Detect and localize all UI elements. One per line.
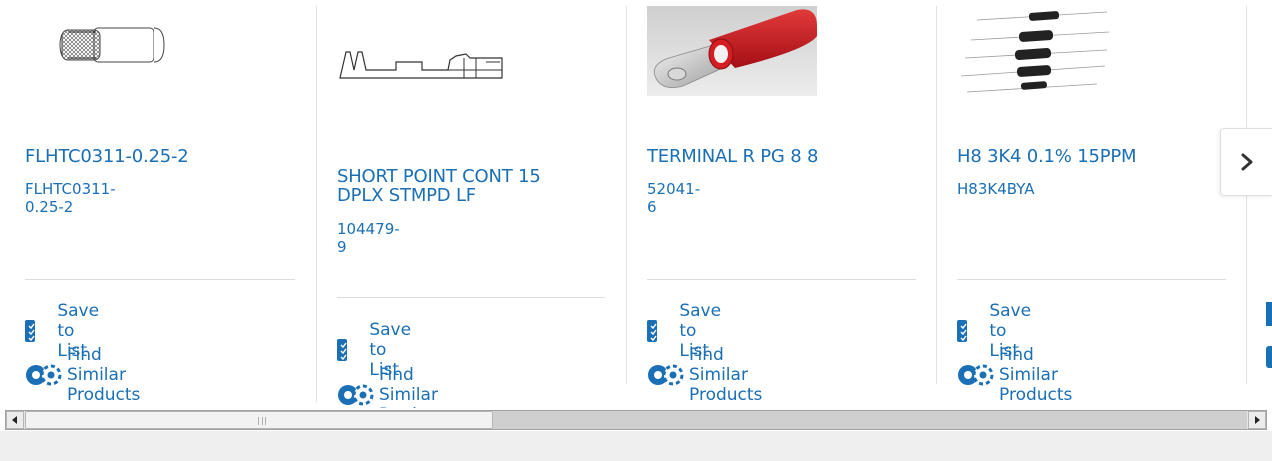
find-similar-label: Find Similar Products: [67, 345, 141, 405]
similar-gears-icon: [647, 363, 685, 387]
scroll-right-button[interactable]: [1248, 411, 1266, 429]
similar-gears-icon: [957, 363, 995, 387]
card-divider: [957, 279, 1226, 280]
card-separator: [936, 6, 937, 384]
part-number-link[interactable]: FLHTC0311-0.25-2: [25, 180, 116, 216]
card-separator: [316, 6, 317, 402]
scroll-left-button[interactable]: [6, 411, 24, 429]
product-title-link[interactable]: TERMINAL R PG 8 8: [647, 147, 907, 166]
find-similar-label: Find Similar Products: [379, 365, 452, 408]
checklist-icon: [337, 339, 354, 361]
product-image[interactable]: [56, 22, 166, 68]
scrollbar-thumb[interactable]: [25, 411, 493, 429]
product-image[interactable]: [647, 6, 817, 96]
product-image[interactable]: [336, 40, 508, 84]
checklist-icon: [647, 320, 664, 342]
partial-gear-icon[interactable]: [1266, 346, 1272, 368]
card-separator: [626, 6, 627, 384]
horizontal-scrollbar[interactable]: [5, 410, 1267, 430]
product-title-link[interactable]: FLHTC0311-0.25-2: [25, 147, 295, 166]
find-similar-label: Find Similar Products: [999, 345, 1073, 405]
scrollbar-track[interactable]: [493, 411, 1247, 429]
part-number-link[interactable]: 104479-9: [337, 220, 400, 256]
product-image[interactable]: [957, 6, 1115, 96]
partial-save-icon[interactable]: [1266, 302, 1272, 326]
carousel-next-button[interactable]: [1220, 128, 1272, 196]
chevron-right-icon: [1241, 153, 1252, 171]
checklist-icon: [957, 320, 974, 342]
product-title-link[interactable]: H8 3K4 0.1% 15PPM: [957, 147, 1217, 166]
card-divider: [337, 297, 605, 298]
find-similar-button[interactable]: Find Similar Products: [25, 345, 140, 405]
find-similar-button[interactable]: Find Similar Products: [337, 365, 452, 408]
similar-gears-icon: [25, 363, 63, 387]
card-divider: [25, 279, 295, 280]
arrow-left-icon: [12, 416, 17, 424]
find-similar-label: Find Similar Products: [689, 345, 763, 405]
checklist-icon: [25, 320, 42, 342]
similar-gears-icon: [337, 383, 375, 407]
product-carousel: FLHTC0311-0.25-2 FLHTC0311-0.25-2 Save t…: [0, 0, 1272, 408]
find-similar-button[interactable]: Find Similar Products: [957, 345, 1072, 405]
card-divider: [647, 279, 916, 280]
page-footer-area: [0, 431, 1272, 461]
arrow-right-icon: [1255, 416, 1260, 424]
product-title-link[interactable]: SHORT POINT CONT 15 DPLX STMPD LF: [337, 167, 587, 205]
part-number-link[interactable]: 52041-6: [647, 180, 700, 216]
grip-icon: [258, 417, 266, 425]
find-similar-button[interactable]: Find Similar Products: [647, 345, 762, 405]
part-number-link[interactable]: H83K4BYA: [957, 180, 1034, 198]
